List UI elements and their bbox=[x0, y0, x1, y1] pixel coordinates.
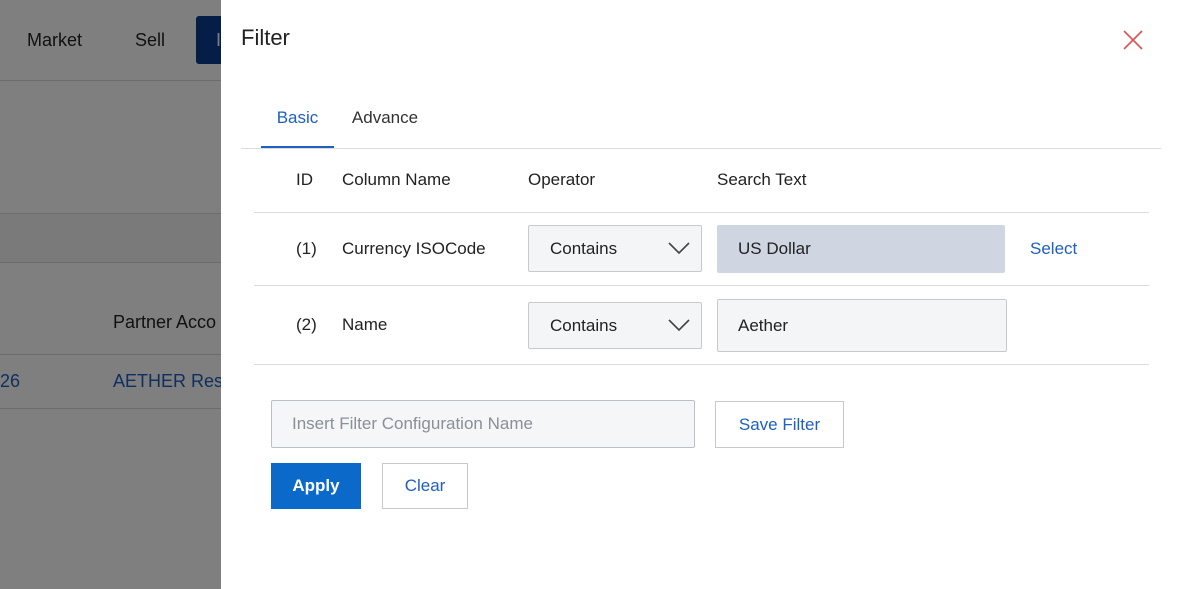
save-filter-button[interactable]: Save Filter bbox=[715, 401, 844, 448]
operator-select[interactable]: Contains bbox=[528, 225, 702, 272]
row-divider bbox=[254, 364, 1149, 365]
operator-value: Contains bbox=[550, 239, 618, 258]
header-divider bbox=[254, 212, 1149, 213]
row-divider bbox=[254, 285, 1149, 286]
close-button[interactable] bbox=[1121, 28, 1145, 52]
filter-drawer: Filter Basic Advance ID Column Name Oper… bbox=[221, 0, 1181, 589]
operator-value: Contains bbox=[550, 316, 618, 335]
chevron-down-icon bbox=[668, 319, 690, 332]
filter-config-name-input[interactable] bbox=[271, 400, 695, 448]
column-header-column-name: Column Name bbox=[342, 170, 451, 189]
filter-title: Filter bbox=[241, 25, 290, 50]
filter-tabs: Basic Advance bbox=[241, 96, 1161, 149]
row-id: (1) bbox=[296, 239, 317, 258]
row-id: (2) bbox=[296, 315, 317, 334]
column-header-id: ID bbox=[296, 170, 313, 189]
operator-select[interactable]: Contains bbox=[528, 302, 702, 349]
chevron-down-icon bbox=[668, 242, 690, 255]
select-link[interactable]: Select bbox=[1030, 239, 1077, 259]
close-icon bbox=[1123, 30, 1143, 50]
column-header-operator: Operator bbox=[528, 170, 596, 189]
apply-button[interactable]: Apply bbox=[271, 463, 361, 509]
column-header-search-text: Search Text bbox=[717, 170, 807, 189]
clear-button[interactable]: Clear bbox=[382, 463, 468, 509]
row-column-name: Currency ISOCode bbox=[342, 239, 486, 258]
tab-advance[interactable]: Advance bbox=[349, 96, 421, 148]
tab-basic[interactable]: Basic bbox=[261, 96, 334, 148]
search-text-input[interactable] bbox=[717, 225, 1005, 273]
row-column-name: Name bbox=[342, 315, 388, 334]
search-text-input[interactable] bbox=[717, 299, 1007, 352]
